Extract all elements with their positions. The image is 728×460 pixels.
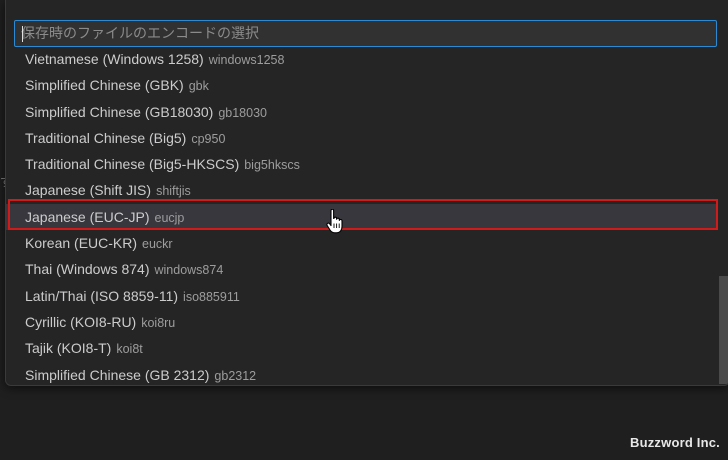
list-item-cp950[interactable]: Traditional Chinese (Big5) cp950 [6, 125, 716, 151]
list-item-shiftjis[interactable]: Japanese (Shift JIS) shiftjis [6, 177, 716, 203]
watermark: Buzzword Inc. [630, 435, 720, 450]
scrollbar-thumb[interactable] [719, 276, 728, 384]
item-description: windows874 [154, 263, 224, 278]
item-description: koi8t [116, 342, 143, 357]
list-item-euckr[interactable]: Korean (EUC-KR) euckr [6, 230, 716, 256]
item-description: iso885911 [183, 289, 240, 304]
list-item-windows874[interactable]: Thai (Windows 874) windows874 [6, 256, 716, 282]
list-item-koi8t[interactable]: Tajik (KOI8-T) koi8t [6, 335, 716, 361]
item-label: Thai (Windows 874) [25, 261, 150, 278]
item-description: big5hkscs [244, 158, 300, 173]
item-label: Japanese (EUC-JP) [25, 208, 150, 225]
item-label: Tajik (KOI8-T) [25, 340, 112, 357]
hand-pointer-icon [326, 209, 343, 234]
search-box[interactable] [14, 20, 717, 47]
item-label: Simplified Chinese (GB 2312) [25, 366, 210, 383]
item-label: Vietnamese (Windows 1258) [25, 51, 204, 67]
list-scrollbar[interactable] [719, 52, 728, 384]
item-label: Japanese (Shift JIS) [25, 182, 152, 199]
item-description: cp950 [191, 131, 226, 146]
list-item-gb18030[interactable]: Simplified Chinese (GB18030) gb18030 [6, 99, 716, 125]
item-description: euckr [142, 237, 173, 252]
item-description: shiftjis [156, 184, 191, 199]
item-description: gb2312 [214, 368, 257, 383]
encoding-list: Vietnamese (Windows 1258) windows1258 Sim… [6, 48, 716, 384]
encoding-quick-pick: Vietnamese (Windows 1258) windows1258 Sim… [5, 0, 728, 386]
item-label: Cyrillic (KOI8-RU) [25, 313, 137, 330]
encoding-list-inner: Vietnamese (Windows 1258) windows1258 Sim… [6, 48, 716, 384]
item-description: gbk [188, 79, 209, 94]
list-item-iso885911[interactable]: Latin/Thai (ISO 8859-11) iso885911 [6, 283, 716, 309]
item-description: koi8ru [141, 315, 176, 330]
item-label: Korean (EUC-KR) [25, 235, 138, 252]
list-item-eucjp[interactable]: Japanese (EUC-JP) eucjp [6, 203, 716, 231]
list-item-gbk[interactable]: Simplified Chinese (GBK) gbk [6, 72, 716, 98]
list-item-gb2312[interactable]: Simplified Chinese (GB 2312) gb2312 [6, 362, 716, 384]
item-description: eucjp [154, 210, 185, 225]
item-label: Traditional Chinese (Big5-HKSCS) [25, 156, 240, 173]
item-description: windows1258 [208, 53, 285, 67]
search-input[interactable] [15, 21, 716, 46]
list-item-big5hkscs[interactable]: Traditional Chinese (Big5-HKSCS) big5hksc… [6, 151, 716, 177]
item-label: Traditional Chinese (Big5) [25, 129, 187, 146]
item-label: Simplified Chinese (GB18030) [25, 103, 214, 120]
list-item-koi8ru[interactable]: Cyrillic (KOI8-RU) koi8ru [6, 309, 716, 335]
list-item-windows1258[interactable]: Vietnamese (Windows 1258) windows1258 [6, 48, 716, 72]
item-description: gb18030 [218, 105, 267, 120]
text-caret [22, 26, 23, 42]
item-label: Simplified Chinese (GBK) [25, 77, 184, 94]
item-label: Latin/Thai (ISO 8859-11) [25, 287, 179, 304]
